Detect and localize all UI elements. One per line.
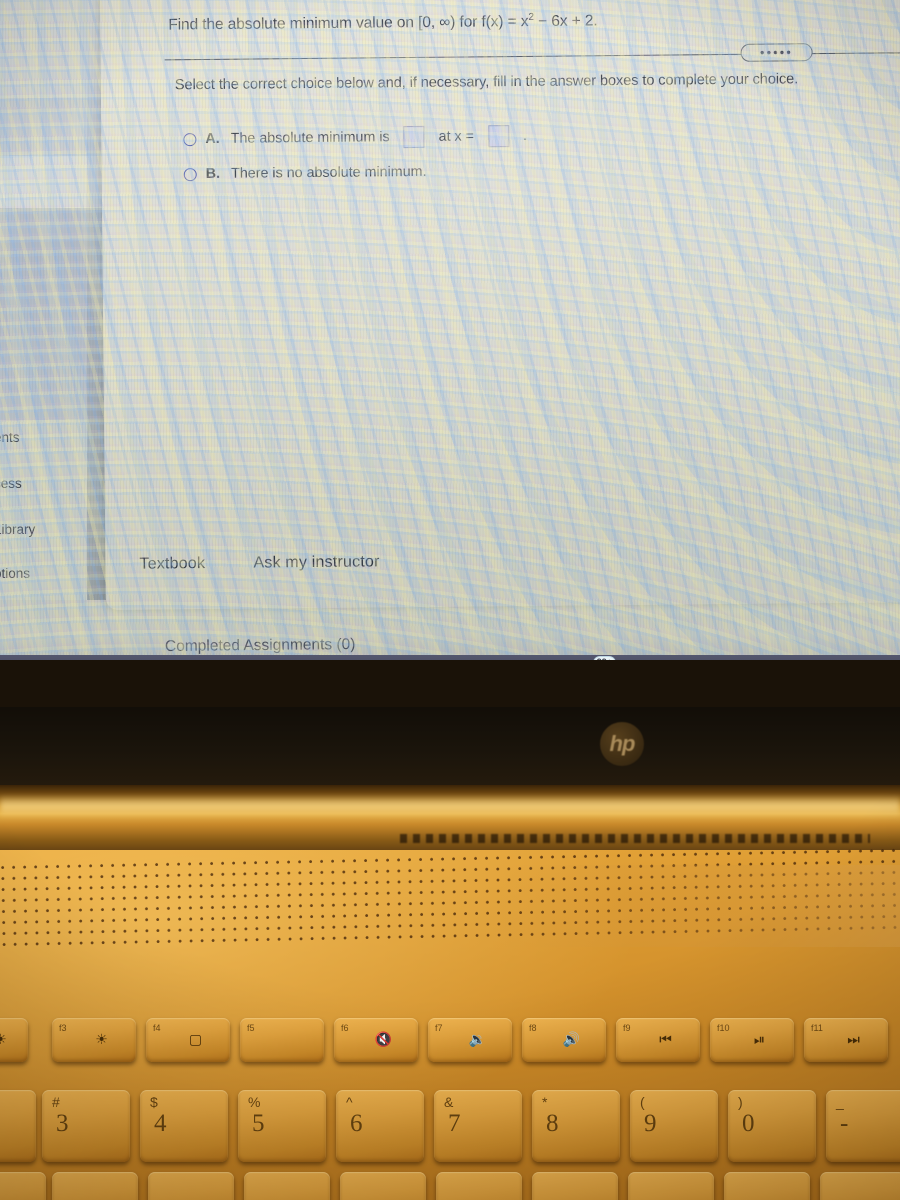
key-row3-2[interactable] — [52, 1172, 138, 1200]
radio-button-a[interactable] — [183, 132, 197, 146]
laptop-display: entscessLibraryptionss Completed Assignm… — [0, 0, 900, 660]
stem-part-3: − 6x + 2. — [533, 12, 598, 30]
course-sidebar[interactable]: entscessLibraryptionss — [0, 0, 112, 660]
hp-brand-logo: hp — [600, 722, 644, 766]
key-0-shift-symbol: ) — [738, 1094, 743, 1110]
volume-down-key[interactable]: f7 🔉 — [428, 1018, 512, 1062]
play-pause-key-glyph: ⏯ — [753, 1031, 767, 1048]
key-8-shift-symbol: * — [542, 1094, 548, 1110]
key-row3-6[interactable] — [436, 1172, 522, 1200]
choice-b-letter: B. — [205, 165, 221, 182]
more-options-button[interactable]: ••••• — [740, 43, 813, 62]
next-track-key-glyph: ⏭ — [847, 1031, 861, 1048]
key-8[interactable]: * 8 — [532, 1090, 620, 1162]
answer-input-x-value[interactable] — [487, 125, 510, 148]
display-switch-key-glyph: ▢ — [188, 1031, 204, 1048]
blank-key[interactable]: f5 — [240, 1018, 324, 1062]
key-6-shift-symbol: ^ — [346, 1094, 353, 1110]
hinge-highlight — [0, 795, 900, 817]
sidebar-item-0[interactable]: ents — [0, 430, 20, 445]
radio-button-b[interactable] — [183, 167, 197, 181]
key-9[interactable]: (9 — [630, 1090, 718, 1162]
key-row3-8[interactable] — [628, 1172, 714, 1200]
windows-taskbar[interactable]: ⚲❐◫◕◔▤✉99+af●☰☁ ◈⚙ — [0, 655, 900, 660]
choice-option-b[interactable]: B. There is no absolute minimum. — [183, 163, 427, 182]
key-row3-10[interactable] — [820, 1172, 900, 1200]
mute-key[interactable]: f6 🔇 — [334, 1018, 418, 1062]
key-row3-5[interactable] — [340, 1172, 426, 1200]
choice-a-text-2: at x = — [438, 128, 475, 145]
key-8-digit: 8 — [546, 1110, 559, 1137]
screen-bezel — [0, 707, 900, 785]
choice-option-a[interactable]: A. The absolute minimum is at x = . — [183, 125, 527, 150]
previous-track-key[interactable]: f9 ⏮ — [616, 1018, 700, 1062]
key-row3-1[interactable] — [0, 1172, 46, 1200]
choice-a-letter: A. — [205, 130, 220, 147]
hinge-vent-slots — [400, 834, 870, 843]
previous-track-key-glyph: ⏮ — [659, 1031, 673, 1048]
key-5-digit: 5 — [252, 1110, 265, 1137]
question-panel: Find the absolute minimum value on [0, ∞… — [100, 0, 900, 610]
volume-down-key-glyph: 🔉 — [468, 1031, 488, 1048]
key-6-digit: 6 — [350, 1110, 363, 1137]
display-switch-key[interactable]: f4 ▢ — [146, 1018, 230, 1062]
key-0-digit: 0 — [742, 1110, 755, 1137]
photo-of-laptop-screen: entscessLibraryptionss Completed Assignm… — [0, 0, 900, 1200]
key-row3-4[interactable] — [244, 1172, 330, 1200]
speaker-grille — [0, 847, 900, 947]
stem-part-1: Find the absolute minimum value on [0, — [168, 13, 440, 34]
infinity-symbol: ∞ — [439, 13, 451, 31]
key-row3-9[interactable] — [724, 1172, 810, 1200]
key-6[interactable]: ^ 6 — [336, 1090, 424, 1162]
keyboard[interactable]: f2☀f3☀f4▢f5f6🔇f7🔉f8🔊f9⏮f10⏯f11⏭ @2#3$4%5… — [0, 1000, 900, 1200]
ask-my-instructor-link[interactable]: Ask my instructor — [253, 553, 379, 572]
key-3[interactable]: #3 — [42, 1090, 130, 1162]
brightness-up-key-glyph: ☀ — [95, 1031, 109, 1048]
brightness-down-key[interactable]: f2☀ — [0, 1018, 28, 1062]
brightness-up-key[interactable]: f3 ☀ — [52, 1018, 136, 1062]
sidebar-item-2[interactable]: Library — [0, 522, 35, 537]
key-minus-digit: - — [840, 1110, 849, 1137]
key-5[interactable]: % 5 — [238, 1090, 326, 1162]
key-3-digit: 3 — [56, 1110, 69, 1137]
choice-a-text-3: . — [522, 127, 528, 144]
key-minus[interactable]: _ - — [826, 1090, 900, 1162]
key-7[interactable]: & 7 — [434, 1090, 522, 1162]
notification-badge: 99+ — [592, 656, 616, 660]
key-7-digit: 7 — [448, 1110, 461, 1137]
blank-key-label: f5 — [247, 1023, 255, 1033]
instruction-text: Select the correct choice below and, if … — [174, 71, 799, 94]
sidebar-item-3[interactable]: ptions — [0, 566, 30, 581]
question-stem: Find the absolute minimum value on [0, ∞… — [168, 11, 597, 35]
next-track-key[interactable]: f11 ⏭ — [804, 1018, 888, 1062]
key-0[interactable]: ) 0 — [728, 1090, 816, 1162]
volume-up-key-glyph: 🔊 — [562, 1031, 582, 1048]
key-7-shift-symbol: & — [444, 1094, 454, 1110]
completed-assignments-label: Completed Assignments (0) — [164, 636, 356, 655]
key-2[interactable]: @2 — [0, 1090, 36, 1162]
stem-part-2: ) for f(x) = x — [450, 13, 529, 31]
key-4[interactable]: $4 — [140, 1090, 228, 1162]
answer-input-minimum-value[interactable] — [403, 125, 425, 149]
play-pause-key[interactable]: f10 ⏯ — [710, 1018, 794, 1062]
key-row3-3[interactable] — [148, 1172, 234, 1200]
choice-a-text-1: The absolute minimum is — [230, 129, 390, 147]
textbook-link[interactable]: Textbook — [139, 555, 205, 574]
key-3-shift-symbol: # — [52, 1094, 60, 1110]
choice-b-text: There is no absolute minimum. — [230, 163, 427, 182]
key-4-shift-symbol: $ — [150, 1094, 158, 1110]
key-minus-shift-symbol: _ — [836, 1094, 844, 1110]
volume-up-key[interactable]: f8 🔊 — [522, 1018, 606, 1062]
key-9-digit: 9 — [644, 1110, 657, 1137]
sidebar-item-1[interactable]: cess — [0, 476, 22, 491]
mute-key-glyph: 🔇 — [374, 1031, 394, 1048]
key-9-shift-symbol: ( — [640, 1094, 645, 1110]
brightness-down-key-glyph: ☀ — [0, 1031, 8, 1048]
key-4-digit: 4 — [154, 1110, 167, 1137]
key-row3-7[interactable] — [532, 1172, 618, 1200]
key-5-shift-symbol: % — [248, 1094, 261, 1110]
